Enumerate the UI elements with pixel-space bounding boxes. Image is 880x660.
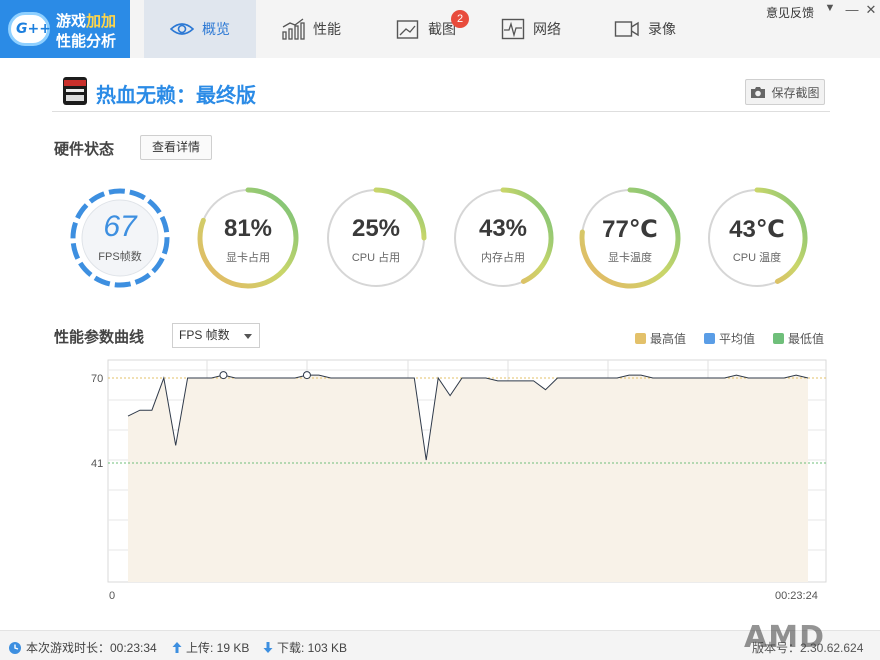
session-time-text: 本次游戏时长：00:23:34 <box>26 641 157 655</box>
fps-area <box>128 375 808 582</box>
download-text: 下载: 103 KB <box>277 641 348 655</box>
y-tick-label: 70 <box>91 373 104 385</box>
y-tick-label: 41 <box>91 458 104 470</box>
upload-stat: 上传: 19 KB <box>172 639 249 656</box>
arrow-up-icon <box>172 642 182 653</box>
peak-marker <box>302 371 311 380</box>
x-start-label: 0 <box>109 590 116 602</box>
arrow-down-icon <box>263 642 273 653</box>
clock-icon <box>9 641 21 654</box>
upload-text: 上传: 19 KB <box>186 641 250 655</box>
peak-marker <box>219 371 228 380</box>
amd-watermark: AMD <box>744 620 825 655</box>
x-end-label: 00:23:24 <box>775 590 818 602</box>
fps-line-chart <box>107 359 827 583</box>
session-time: 本次游戏时长：00:23:34 <box>8 639 157 656</box>
download-stat: 下载: 103 KB <box>263 639 347 656</box>
